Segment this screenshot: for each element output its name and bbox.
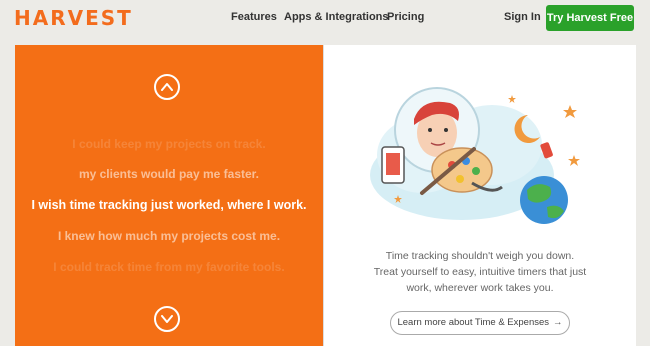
harvest-logo[interactable]: HARVEST [14, 6, 133, 30]
nav-pricing[interactable]: Pricing [387, 11, 424, 23]
astronaut-illustration [370, 87, 580, 224]
description-line: Treat yourself to easy, intuitive timers… [373, 266, 587, 278]
description-line: work, wherever work takes you. [406, 282, 554, 294]
site-header: HARVEST Features Apps & Integrations Pri… [0, 0, 650, 38]
chevron-up-icon [161, 83, 173, 91]
slogan-item: my clients would pay me faster. [78, 167, 260, 181]
arrow-right-icon: → [553, 317, 563, 328]
chevron-down-icon [161, 315, 173, 323]
carousel-up-button[interactable] [154, 74, 180, 100]
slogan-item: I could keep my projects on track. [72, 137, 266, 151]
slogan-carousel: I could keep my projects on track. my cl… [15, 45, 323, 346]
nav-apps-integrations[interactable]: Apps & Integrations [284, 11, 389, 23]
slogan-item-active: I wish time tracking just worked, where … [31, 198, 307, 212]
description-line: Time tracking shouldn't weigh you down. [385, 250, 575, 262]
nav-features[interactable]: Features [231, 11, 277, 23]
try-free-button[interactable]: Try Harvest Free [546, 5, 634, 31]
slogan-item: I knew how much my projects cost me. [57, 229, 281, 243]
learn-more-label: Learn more about Time & Expenses [397, 317, 550, 328]
learn-more-button[interactable]: Learn more about Time & Expenses → [390, 311, 570, 335]
slogan-item: I could track time from my favorite tool… [53, 260, 285, 274]
feature-description: Time tracking shouldn't weigh you down. … [360, 248, 600, 296]
carousel-down-button[interactable] [154, 306, 180, 332]
sign-in-link[interactable]: Sign In [504, 11, 541, 23]
